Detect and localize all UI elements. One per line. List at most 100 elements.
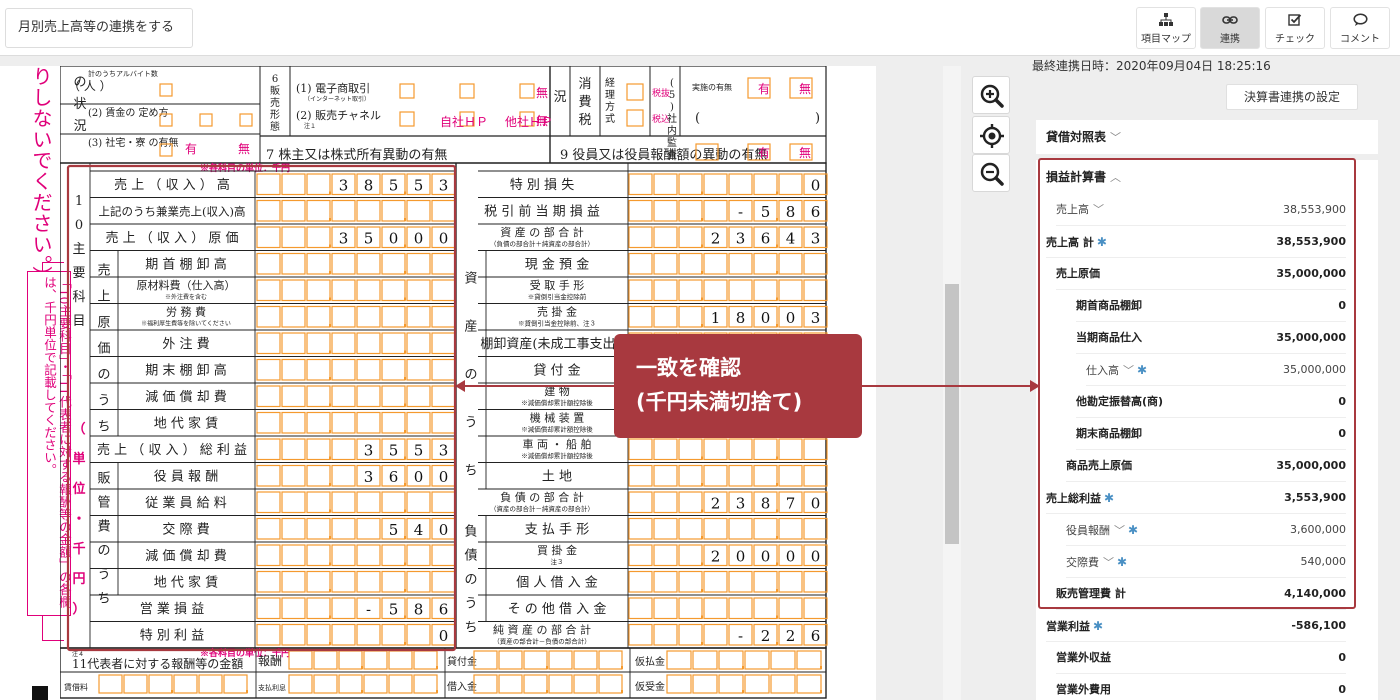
check-label: チェック (1275, 34, 1315, 45)
form-rect (653, 438, 678, 461)
form-bottom-text: 仮受金 (635, 680, 665, 693)
form-rect (770, 674, 796, 694)
comment-button[interactable]: コメント (1330, 7, 1390, 49)
form-rect (519, 83, 535, 99)
form-rect (356, 305, 381, 328)
form-rect (356, 385, 381, 408)
check-button[interactable]: チェック (1265, 7, 1325, 49)
form-rect (653, 623, 678, 646)
form-option-text: 有 (758, 82, 770, 96)
form-rect (628, 464, 653, 487)
document-scroll-thumb[interactable] (945, 284, 959, 544)
form-digit: 3 (736, 495, 746, 513)
form-rect (331, 199, 356, 222)
form-header-text: （インターネット取引） (304, 95, 370, 103)
form-text: ) (815, 111, 820, 126)
form-rect (431, 491, 456, 514)
recenter-button[interactable] (972, 116, 1010, 154)
form-rect (678, 464, 703, 487)
form-rect (406, 544, 431, 567)
form-rect (666, 650, 692, 670)
form-rect (803, 517, 828, 540)
form-rect (628, 438, 653, 461)
form-rect (281, 517, 306, 540)
form-main-label: 科 (72, 290, 85, 305)
item-map-button[interactable]: 項目マップ (1136, 7, 1196, 49)
form-header-text: 社 (667, 112, 677, 125)
form-row-sublabel: （負債の部合計＋純資産の部合計） (490, 239, 594, 248)
form-header-text: 況 (553, 90, 566, 105)
section-balance-sheet[interactable]: 貸借対照表 ﹀ (1036, 120, 1378, 154)
form-rect (363, 650, 388, 670)
form-rect (778, 517, 803, 540)
form-digit: 2 (786, 627, 796, 645)
form-rect (306, 252, 331, 275)
form-rect (256, 517, 281, 540)
form-digit: 3 (339, 177, 349, 195)
form-rect (281, 544, 306, 567)
form-rect (626, 83, 644, 101)
form-digit: 2 (711, 548, 721, 566)
form-rect (306, 464, 331, 487)
form-rect (306, 385, 331, 408)
form-text: ( (695, 111, 700, 126)
form-rect (753, 173, 778, 196)
form-rect (256, 438, 281, 461)
form-rect (239, 113, 253, 127)
link-button[interactable]: 連携 (1200, 7, 1260, 49)
form-rect (523, 650, 548, 670)
form-rect (338, 650, 363, 670)
form-rect (331, 597, 356, 620)
form-rect (573, 674, 598, 694)
form-row-label: そ の 他 借 入 金 (508, 601, 607, 617)
form-rect (256, 305, 281, 328)
account-row[interactable]: 営業外収益 0 (1056, 642, 1346, 674)
account-row-label: 営業利益 ✱ (1046, 610, 1103, 643)
form-group-label: 債 (464, 549, 477, 564)
form-digit: 6 (811, 203, 821, 221)
form-rect (356, 411, 381, 434)
form-rect (728, 173, 753, 196)
form-rect (356, 517, 381, 540)
form-rect (778, 279, 803, 302)
form-rect (288, 674, 313, 694)
form-row-sublabel: （資産の部合計－純資産の部合計） (490, 504, 594, 513)
account-row[interactable]: 営業外費用 0 (1056, 674, 1346, 700)
comment-icon (1331, 13, 1389, 33)
form-row-sublabel: 注３ (551, 557, 564, 566)
form-digit: 0 (439, 521, 449, 539)
form-rect (306, 411, 331, 434)
form-digit: 8 (736, 309, 746, 327)
form-rect (281, 279, 306, 302)
form-rect (628, 279, 653, 302)
zoom-in-icon (980, 84, 1004, 108)
form-header-text: ( (670, 78, 674, 89)
form-rect (744, 674, 770, 694)
form-rect (381, 491, 406, 514)
form-rect (356, 491, 381, 514)
zoom-out-button[interactable] (972, 154, 1010, 192)
form-rect (653, 279, 678, 302)
account-row-label: 営業外費用 (1056, 674, 1111, 700)
connector-line-left (462, 385, 614, 387)
match-callout: 一致を確認 (千円未満切捨て) (614, 334, 862, 438)
zoom-in-button[interactable] (972, 76, 1010, 114)
section-balance-sheet-label: 貸借対照表 (1046, 130, 1107, 144)
form-rect (703, 173, 728, 196)
statement-sync-settings-button[interactable]: 決算書連携の設定 (1226, 84, 1358, 110)
gear-icon[interactable]: ✱ (1093, 619, 1103, 633)
form-rect (306, 544, 331, 567)
form-rect (356, 252, 381, 275)
form-group-label: の (464, 573, 477, 588)
form-group-label: う (97, 568, 110, 583)
account-row[interactable]: 営業利益 ✱ -586,100 (1046, 610, 1346, 642)
form-header-text: 注１ (304, 122, 316, 130)
form-rect (406, 332, 431, 355)
item-map-label: 項目マップ (1141, 34, 1191, 45)
callout-line-1: 一致を確認 (636, 356, 741, 380)
form-main-label: 円 (72, 572, 85, 587)
form-rect (431, 279, 456, 302)
form-rect (356, 279, 381, 302)
form-rect (728, 438, 753, 461)
form-rect (778, 570, 803, 593)
